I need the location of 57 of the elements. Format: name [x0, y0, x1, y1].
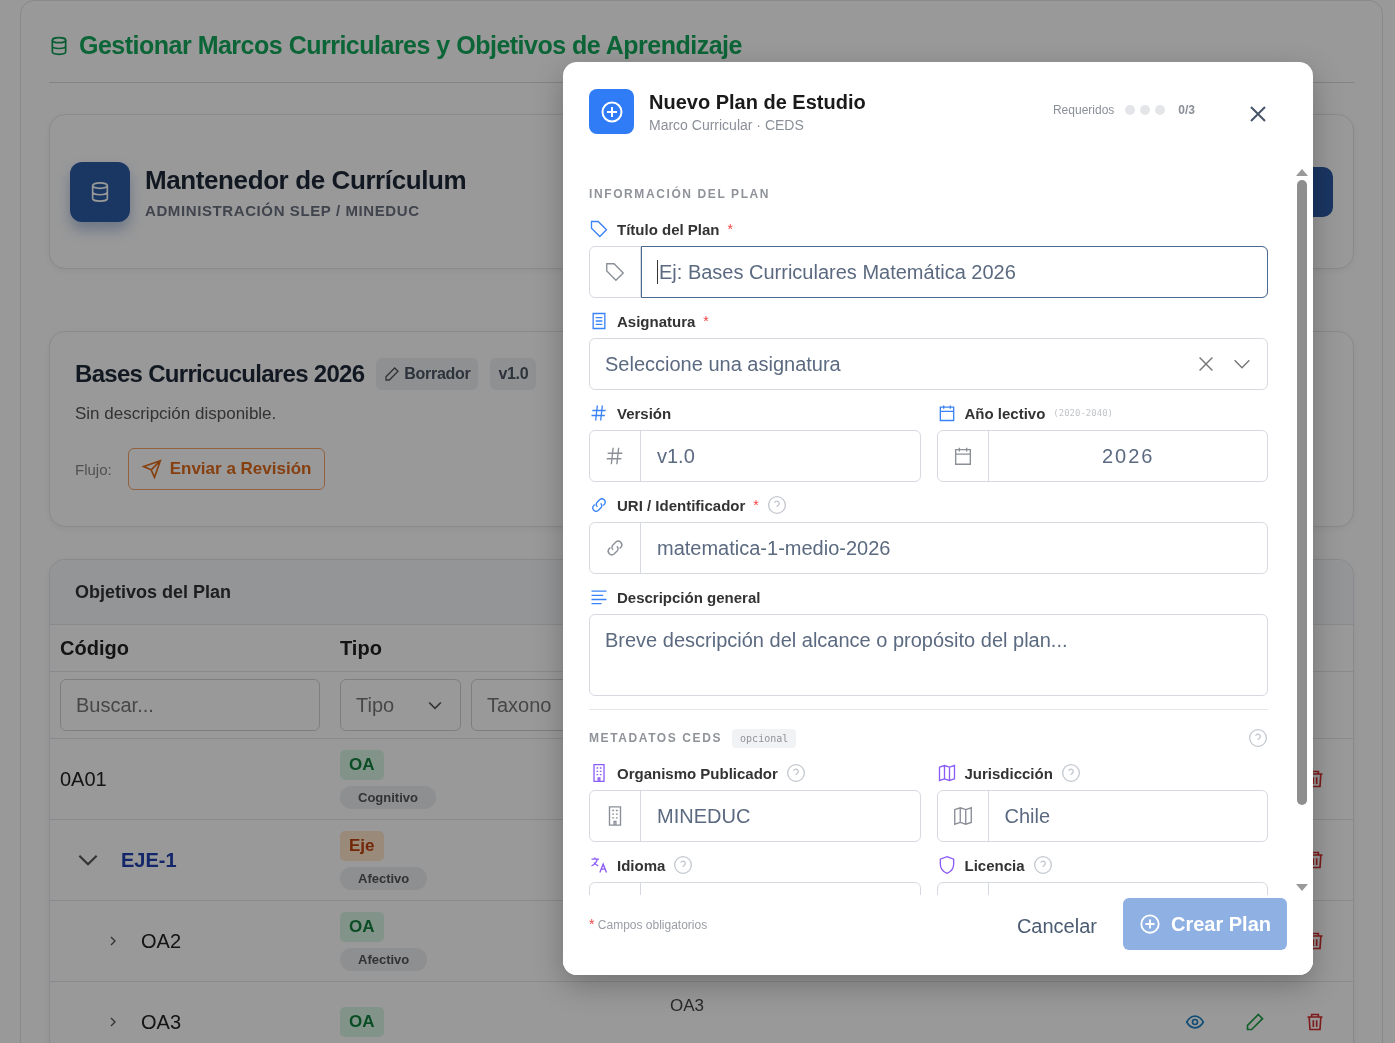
- plan-title: Bases Curricuculares 2026: [75, 360, 365, 388]
- version-badge: v1.0: [490, 358, 537, 390]
- progress-label: Requeridos: [1052, 103, 1115, 117]
- required-mark: *: [753, 497, 759, 513]
- input-field[interactable]: 2026: [936, 430, 1268, 482]
- header-subtitle: ADMINISTRACIÓN SLEP / MINEDUC: [145, 201, 421, 219]
- field-label: Descripción general: [617, 588, 761, 606]
- section-title: METADATOS CEDS: [589, 731, 723, 745]
- required-note: Campos obligatorios: [597, 918, 708, 932]
- domain-tag: Cognitivo: [340, 785, 436, 809]
- input-field[interactable]: Chile: [936, 790, 1268, 842]
- type-badge: OA: [340, 911, 384, 942]
- column-header: Tipo: [340, 636, 382, 660]
- field-label: Jurisdicción: [964, 764, 1053, 782]
- input-field[interactable]: v1.0: [589, 430, 921, 482]
- status-label: Borrador: [404, 365, 471, 383]
- header-title: Mantenedor de Currículum: [145, 164, 467, 196]
- progress-count: 0/3: [1178, 103, 1195, 117]
- field-hint: (2020-2040): [1053, 408, 1113, 418]
- objective-code[interactable]: EJE-1: [121, 848, 177, 872]
- input-field[interactable]: MINEDUC: [589, 790, 921, 842]
- subject-select[interactable]: Seleccione una asignatura: [589, 338, 1268, 390]
- field-label: Licencia: [964, 856, 1025, 874]
- type-badge: OA: [340, 1007, 384, 1037]
- optional-tag: opcional: [732, 728, 797, 748]
- field-label: URI / Identificador: [617, 496, 746, 514]
- objective-code: 0A01: [60, 767, 107, 791]
- input-field[interactable]: matematica-1-medio-2026: [589, 522, 1268, 574]
- search-field[interactable]: Buscar...: [60, 679, 320, 731]
- field-label: Título del Plan: [617, 220, 720, 238]
- section-title: INFORMACIÓN DEL PLAN: [589, 187, 771, 201]
- input-field[interactable]: Ej: Bases Curriculares Matemática 2026: [589, 246, 1268, 298]
- field-label: Versión: [617, 404, 672, 422]
- required-mark: *: [703, 313, 709, 329]
- page-title: Gestionar Marcos Curriculares y Objetivos de Aprendizaje: [79, 31, 742, 60]
- domain-tag: Afectivo: [340, 866, 428, 890]
- required-mark: *: [589, 916, 595, 932]
- type-badge: Eje: [340, 830, 384, 861]
- field-label: Asignatura: [617, 312, 696, 330]
- description-field[interactable]: Breve descripción del alcance o propósito del plan...: [589, 614, 1268, 696]
- modal-subtitle: Marco Curricular · CEDS: [649, 117, 805, 133]
- field-label: Año lectivo: [964, 404, 1046, 422]
- objective-code: OA2: [141, 929, 182, 953]
- modal-title: Nuevo Plan de Estudio: [649, 91, 866, 114]
- filter-select[interactable]: Tipo: [340, 679, 461, 731]
- plan-description: Sin descripción disponible.: [75, 404, 277, 424]
- domain-tag: Afectivo: [340, 947, 428, 971]
- objectives-title: Objetivos del Plan: [75, 581, 232, 603]
- cancel-button[interactable]: Cancelar: [1006, 906, 1107, 946]
- required-mark: *: [727, 221, 733, 237]
- field-label: Organismo Publicador: [617, 764, 778, 782]
- table-cell: OA3: [670, 996, 705, 1015]
- flow-label: Flujo:: [75, 460, 112, 478]
- column-header: Código: [60, 636, 129, 660]
- field-label: Idioma: [617, 856, 666, 874]
- objective-code: OA3: [141, 1010, 182, 1034]
- type-badge: OA: [340, 749, 384, 780]
